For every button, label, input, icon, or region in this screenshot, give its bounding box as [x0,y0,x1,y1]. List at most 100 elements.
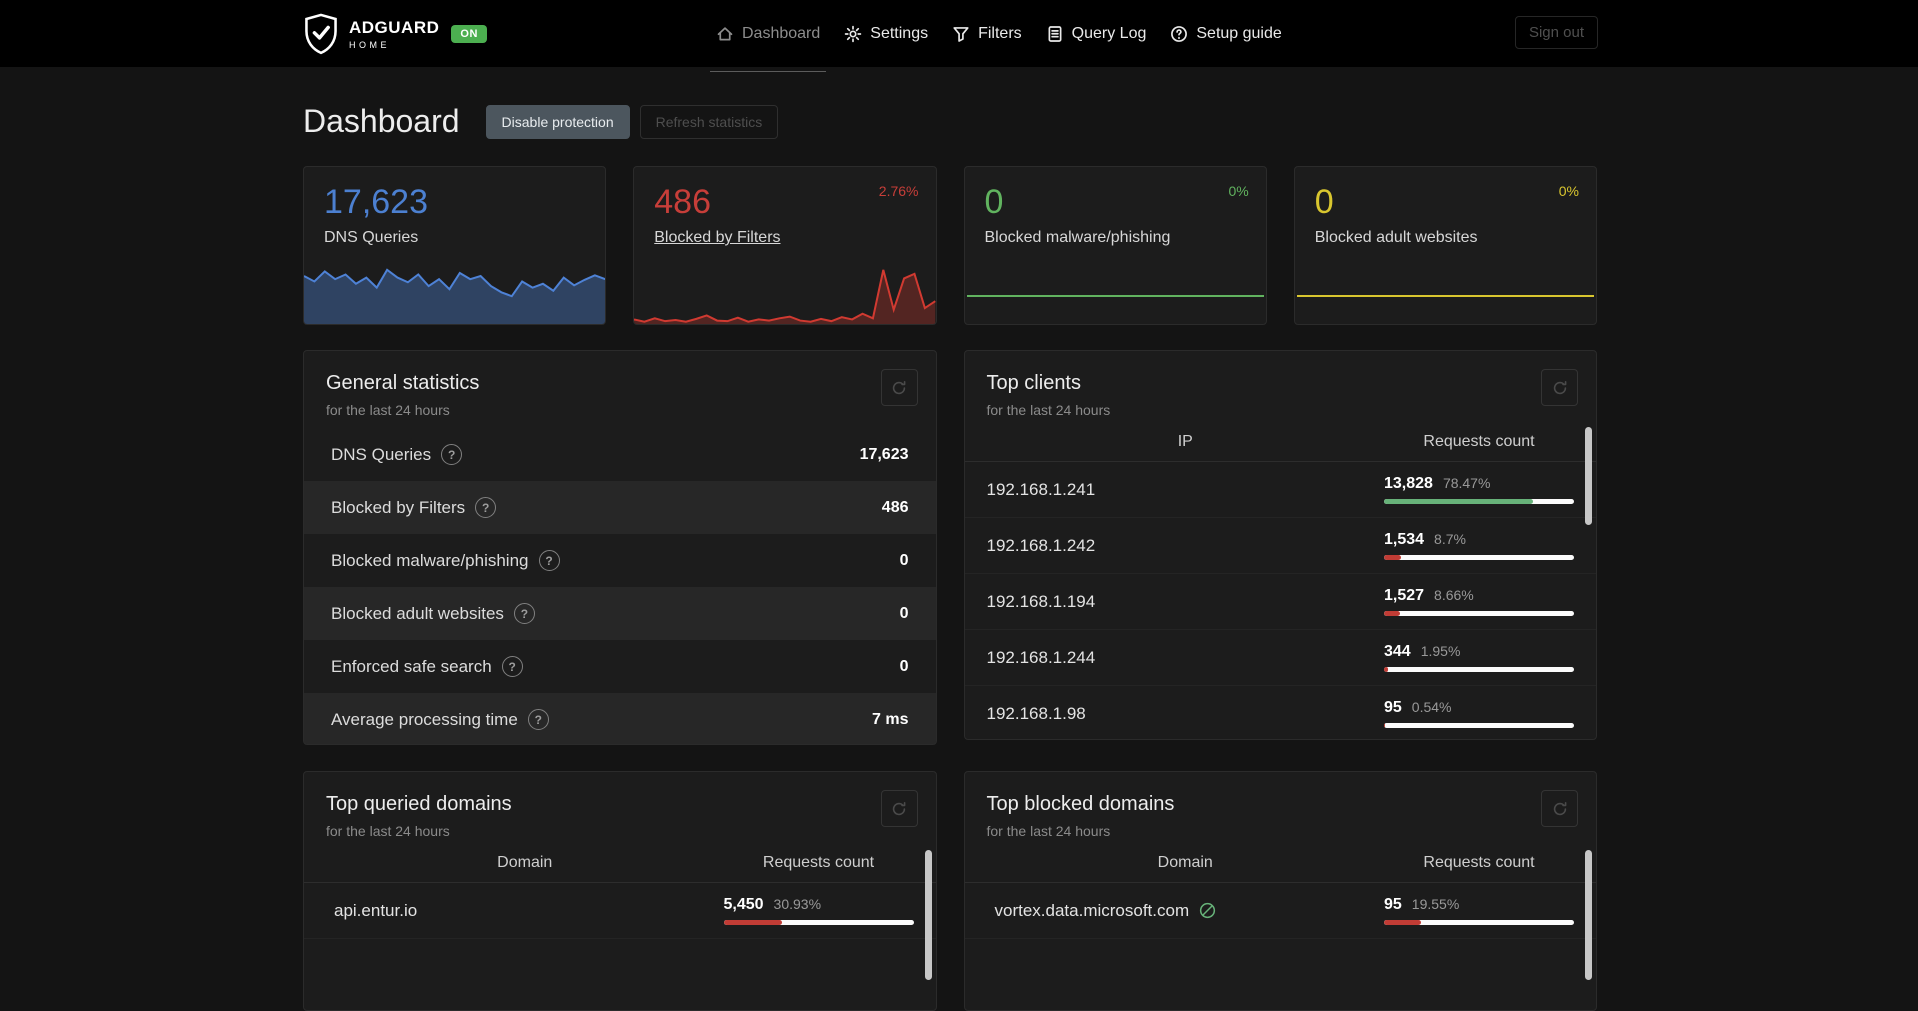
stat-card-blocked-adult: 0 Blocked adult websites 0% [1293,166,1597,325]
blocked-adult-value: 0 [1314,183,1334,221]
scrollbar-thumb[interactable] [1585,427,1592,525]
help-icon[interactable]: ? [441,444,463,465]
client-ip[interactable]: 192.168.1.98 [987,704,1086,724]
stats-row-value: 17,623 [859,445,909,463]
progress-bar [723,920,914,925]
column-header-domain: Domain [497,854,553,871]
blocked-malware-label: Blocked malware/phishing [984,229,1171,246]
bottom-panels-row: Top queried domains for the last 24 hour… [303,771,1597,1011]
dns-queries-label: DNS Queries [324,229,419,246]
blocked-filters-link[interactable]: Blocked by Filters [654,229,780,247]
progress-bar-fill [1384,667,1388,672]
scrollbar-thumb[interactable] [1585,850,1592,980]
brand-name: ADGUARD [349,17,440,37]
refresh-icon [1553,380,1566,394]
stats-row: Average processing time? 7 ms [304,693,936,744]
client-ip[interactable]: 192.168.1.242 [987,536,1096,556]
nav-item-dashboard[interactable]: Dashboard [709,25,827,72]
requests-percent: 1.95% [1420,643,1461,659]
stats-row: DNS Queries? 17,623 [304,428,936,481]
panel-subtitle: for the last 24 hours [326,823,450,839]
top-queried-domains-panel: Top queried domains for the last 24 hour… [303,771,937,1011]
refresh-statistics-button[interactable]: Refresh statistics [639,104,779,139]
panel-subtitle: for the last 24 hours [986,823,1111,839]
dns-queries-value: 17,623 [324,183,428,221]
help-icon[interactable]: ? [475,497,497,518]
blocked-malware-percent: 0% [1228,183,1249,199]
stat-card-blocked-malware: 0 Blocked malware/phishing 0% [963,166,1267,325]
stats-row: Blocked adult websites? 0 [304,587,936,640]
column-header-requests-count: Requests count [1423,433,1535,450]
blocked-adult-percent: 0% [1558,183,1579,199]
help-icon[interactable]: ? [513,603,535,624]
progress-bar [1384,723,1574,728]
refresh-icon [892,801,906,815]
refresh-button[interactable] [1541,369,1578,406]
nav-item-query-log[interactable]: Query Log [1046,25,1146,43]
top-blocked-domains-panel: Top blocked domains for the last 24 hour… [963,771,1597,1011]
requests-percent: 8.7% [1434,531,1466,547]
client-ip[interactable]: 192.168.1.244 [987,648,1096,668]
help-icon[interactable]: ? [501,656,523,677]
stats-row: Enforced safe search? 0 [304,640,936,693]
requests-count: 1,527 [1384,587,1425,604]
requests-percent: 8.66% [1434,587,1474,603]
stats-row-value: 486 [881,498,909,516]
client-row: 192.168.1.98 95 0.54% [965,686,1597,739]
stat-card-blocked-filters: 486 Blocked by Filters 2.76% [633,166,937,325]
progress-bar-fill [1384,920,1422,925]
scrollbar-thumb[interactable] [924,850,932,980]
client-row: 192.168.1.194 1,527 8.66% [964,574,1596,630]
refresh-button[interactable] [880,790,918,827]
requests-count: 95 [1384,896,1402,913]
nav-item-settings[interactable]: Settings [844,25,928,43]
requests-count: 5,450 [723,896,764,913]
progress-bar-fill [1384,499,1534,504]
general-statistics-panel: General statistics for the last 24 hours… [303,350,937,745]
domain-row: vortex.data.microsoft.com 95 19.55% [964,883,1596,939]
blocked-malware-flatline [966,295,1264,297]
panel-subtitle: for the last 24 hours [986,402,1111,418]
refresh-button[interactable] [880,369,918,406]
stats-row-label: Blocked adult websites [331,603,504,623]
stats-row-label: Blocked by Filters [331,497,466,517]
blocked-filters-percent: 2.76% [878,183,919,199]
nav-item-label: Settings [870,24,929,42]
progress-bar [1384,920,1574,925]
middle-panels-row: General statistics for the last 24 hours… [303,350,1597,745]
nav-item-setup-guide[interactable]: Setup guide [1170,24,1282,43]
domain-name[interactable]: api.entur.io [334,901,417,921]
stats-row-value: 0 [899,604,909,622]
stat-cards-row: 17,623 DNS Queries 486 Blocked by Filter… [303,166,1597,325]
stats-row-label: Average processing time [331,709,518,729]
filter-funnel-icon [953,26,969,42]
blocked-adult-label: Blocked adult websites [1314,229,1478,246]
panel-title: Top queried domains [326,793,512,815]
help-icon[interactable]: ? [538,550,560,571]
requests-count: 344 [1384,643,1411,660]
help-icon[interactable]: ? [527,709,549,730]
progress-bar [1384,499,1574,504]
column-header-domain: Domain [1157,854,1213,871]
blocked-adult-flatline [1296,295,1594,297]
stats-row-label: Blocked malware/phishing [331,550,529,570]
nav-item-label: Setup guide [1196,24,1282,42]
progress-bar [1384,555,1574,560]
table-header: IP Requests count [964,423,1596,462]
progress-bar [1384,611,1574,616]
adguard-shield-icon [305,13,337,54]
stats-row: Blocked by Filters? 486 [304,481,936,534]
client-ip[interactable]: 192.168.1.241 [987,480,1096,500]
requests-count: 13,828 [1384,475,1433,492]
requests-percent: 19.55% [1411,896,1460,912]
column-header-ip: IP [1177,433,1193,450]
page-header: Dashboard Disable protection Refresh sta… [303,103,1597,140]
requests-count: 95 [1384,699,1402,716]
nav-item-filters[interactable]: Filters [952,25,1022,43]
domain-name[interactable]: vortex.data.microsoft.com [995,901,1190,921]
refresh-button[interactable] [1541,790,1578,827]
column-header-requests-count: Requests count [762,854,875,871]
client-ip[interactable]: 192.168.1.194 [987,592,1096,612]
sign-out-button[interactable]: Sign out [1514,16,1598,49]
disable-protection-button[interactable]: Disable protection [485,104,630,139]
